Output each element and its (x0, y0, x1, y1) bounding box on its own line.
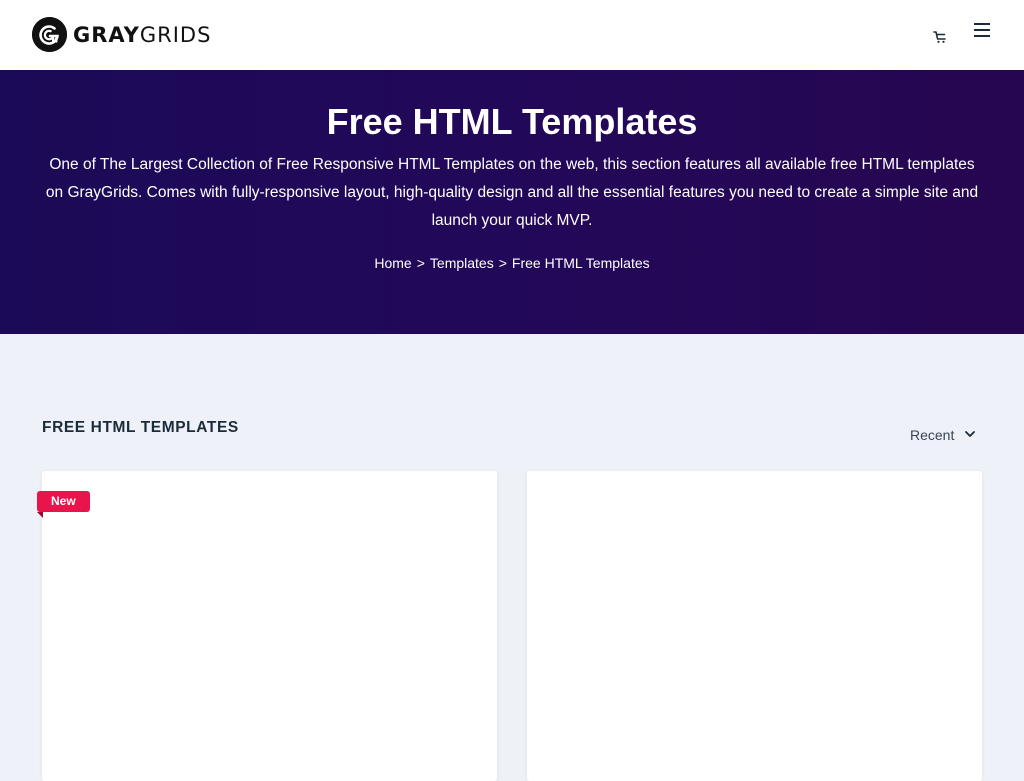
breadcrumb-separator: > (416, 255, 425, 271)
cart-icon (933, 31, 946, 43)
breadcrumb: Home > Templates > Free HTML Templates (0, 255, 1024, 271)
sort-dropdown[interactable]: Recent (900, 423, 982, 447)
logo-word-grids: GRIDS (139, 22, 212, 47)
site-logo[interactable]: GRAYGRIDS (32, 17, 211, 52)
logo-word-gray: GRAY (73, 22, 140, 47)
section-title: FREE HTML TEMPLATES (42, 419, 239, 436)
hamburger-line (974, 35, 990, 37)
breadcrumb-separator: > (498, 255, 507, 271)
breadcrumb-home-link[interactable]: Home (374, 255, 411, 271)
sort-selected-value: Recent (910, 427, 955, 443)
menu-toggle-button[interactable] (972, 22, 992, 40)
hero-banner: Free HTML Templates One of The Largest C… (0, 70, 1024, 334)
graygrids-logo-icon (32, 17, 67, 52)
logo-wordmark: GRAYGRIDS (73, 23, 211, 47)
cart-button[interactable] (929, 25, 951, 47)
template-card[interactable] (527, 471, 982, 781)
badge-ribbon-fold (37, 512, 43, 518)
template-card[interactable] (42, 471, 497, 781)
chevron-down-icon (965, 431, 975, 437)
hamburger-menu-icon (974, 23, 990, 25)
new-badge: New (37, 491, 90, 512)
breadcrumb-templates-link[interactable]: Templates (430, 255, 494, 271)
hamburger-line (974, 29, 990, 31)
breadcrumb-current: Free HTML Templates (511, 255, 650, 271)
hero-description: One of The Largest Collection of Free Re… (45, 156, 979, 229)
site-header: GRAYGRIDS (0, 0, 1024, 70)
page-title: Free HTML Templates (326, 101, 698, 142)
